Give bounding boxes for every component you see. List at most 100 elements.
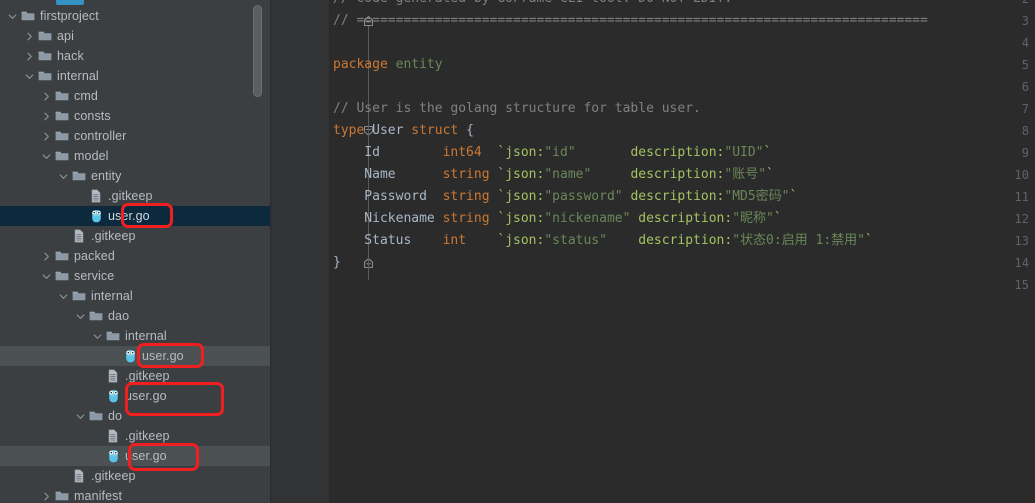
folder-icon bbox=[104, 326, 122, 346]
tree-row[interactable]: api bbox=[0, 26, 270, 46]
code-token: { bbox=[466, 123, 474, 138]
chevron-down-icon[interactable] bbox=[23, 66, 36, 86]
code-token: // Code generated by GoFrame CLI tool. D… bbox=[333, 0, 732, 6]
project-tree-scrollbar-thumb[interactable] bbox=[253, 5, 262, 97]
tree-row[interactable]: entity bbox=[0, 166, 270, 186]
chevron-right-icon[interactable] bbox=[40, 486, 53, 503]
code-line[interactable]: } bbox=[333, 252, 341, 274]
tree-row[interactable]: .gitkeep bbox=[0, 426, 270, 446]
code-token: ` bbox=[773, 211, 782, 226]
tree-row[interactable]: .gitkeep bbox=[0, 226, 270, 246]
tree-row-label: user.go bbox=[108, 209, 150, 223]
tree-row-label: .gitkeep bbox=[91, 469, 136, 483]
code-line[interactable]: Password string `json:"password" descrip… bbox=[333, 186, 797, 208]
chevron-down-icon[interactable] bbox=[40, 266, 53, 286]
code-token: Status bbox=[333, 233, 443, 248]
code-line[interactable]: Nickename string `json:"nickename" descr… bbox=[333, 208, 782, 230]
go-gopher-icon bbox=[87, 206, 105, 226]
code-token: `json: bbox=[497, 211, 545, 226]
chevron-right-icon[interactable] bbox=[23, 46, 36, 66]
chevron-down-icon[interactable] bbox=[57, 286, 70, 306]
project-tree-scrollbar-track[interactable] bbox=[253, 0, 262, 503]
code-line[interactable]: type User struct { bbox=[333, 120, 474, 142]
tree-row-label: dao bbox=[108, 309, 130, 323]
code-line[interactable]: Id int64 `json:"id" description:"UID"` bbox=[333, 142, 771, 164]
go-gopher-icon bbox=[104, 386, 122, 406]
tree-row-label: do bbox=[108, 409, 123, 423]
code-token: // User is the golang structure for tabl… bbox=[333, 101, 701, 116]
chevron-down-icon[interactable] bbox=[74, 306, 87, 326]
tree-row[interactable]: internal bbox=[0, 66, 270, 86]
tree-row[interactable]: service bbox=[0, 266, 270, 286]
project-tree[interactable]: firstproject api hack internal cmd consts cont… bbox=[0, 0, 270, 503]
tree-row[interactable]: user.go bbox=[0, 386, 270, 406]
code-token: description: bbox=[575, 145, 725, 160]
tree-row[interactable]: cmd bbox=[0, 86, 270, 106]
tree-row[interactable]: internal bbox=[0, 286, 270, 306]
tree-row-label: hack bbox=[57, 49, 84, 63]
folder-icon bbox=[36, 66, 54, 86]
tree-row[interactable]: hack bbox=[0, 46, 270, 66]
code-line[interactable]: package entity bbox=[333, 54, 443, 76]
tree-row-label: service bbox=[74, 269, 115, 283]
chevron-down-icon[interactable] bbox=[57, 166, 70, 186]
chevron-down-icon[interactable] bbox=[40, 146, 53, 166]
tree-row[interactable]: dao bbox=[0, 306, 270, 326]
tree-row-label: user.go bbox=[125, 389, 167, 403]
code-line[interactable]: // =====================================… bbox=[333, 10, 928, 32]
code-token: description: bbox=[606, 233, 733, 248]
tree-row[interactable]: .gitkeep bbox=[0, 186, 270, 206]
file-icon bbox=[104, 426, 122, 446]
code-token: `json: bbox=[497, 167, 545, 182]
tree-row[interactable]: manifest bbox=[0, 486, 270, 503]
code-line[interactable]: // Code generated by GoFrame CLI tool. D… bbox=[333, 0, 732, 10]
tree-row[interactable]: do bbox=[0, 406, 270, 426]
tree-row[interactable]: internal bbox=[0, 326, 270, 346]
folder-icon bbox=[70, 166, 88, 186]
chevron-right-icon[interactable] bbox=[40, 86, 53, 106]
chevron-right-icon[interactable] bbox=[40, 126, 53, 146]
folder-icon bbox=[36, 26, 54, 46]
chevron-down-icon[interactable] bbox=[6, 6, 19, 26]
tree-row[interactable]: controller bbox=[0, 126, 270, 146]
code-editor[interactable]: 23456789101112131415 // Code generated b… bbox=[271, 0, 1035, 503]
chevron-down-icon[interactable] bbox=[91, 326, 104, 346]
code-token: entity bbox=[395, 57, 443, 72]
chevron-right-icon[interactable] bbox=[23, 26, 36, 46]
code-token: Password bbox=[333, 189, 443, 204]
code-token: Name bbox=[333, 167, 443, 182]
tree-row[interactable]: .gitkeep bbox=[0, 466, 270, 486]
tree-row[interactable]: user.go bbox=[0, 446, 270, 466]
tree-row[interactable]: .gitkeep bbox=[0, 366, 270, 386]
code-line[interactable]: Name string `json:"name" description:"账号… bbox=[333, 164, 774, 186]
chevron-right-icon[interactable] bbox=[40, 106, 53, 126]
code-token: Id bbox=[333, 145, 443, 160]
code-fold-gutter[interactable] bbox=[316, 0, 373, 503]
code-token: struct bbox=[411, 123, 467, 138]
code-token: "name" bbox=[544, 167, 592, 182]
code-token: description: bbox=[591, 167, 725, 182]
tree-row[interactable]: packed bbox=[0, 246, 270, 266]
code-token: package bbox=[333, 57, 396, 72]
chevron-down-icon[interactable] bbox=[74, 406, 87, 426]
code-token: "昵称" bbox=[732, 211, 774, 226]
folder-icon bbox=[87, 406, 105, 426]
code-token: description: bbox=[630, 211, 733, 226]
tree-row[interactable]: consts bbox=[0, 106, 270, 126]
tree-row[interactable]: model bbox=[0, 146, 270, 166]
tree-row[interactable]: firstproject bbox=[0, 6, 270, 26]
tree-row-label: model bbox=[74, 149, 109, 163]
code-content[interactable]: // Code generated by GoFrame CLI tool. D… bbox=[329, 0, 1035, 503]
chevron-right-icon[interactable] bbox=[40, 246, 53, 266]
code-token: Nickename bbox=[333, 211, 443, 226]
code-line[interactable]: // User is the golang structure for tabl… bbox=[333, 98, 701, 120]
code-token: "password" bbox=[544, 189, 623, 204]
tree-row[interactable]: user.go bbox=[0, 206, 270, 226]
code-line[interactable]: Status int `json:"status" description:"状… bbox=[333, 230, 873, 252]
file-icon bbox=[104, 366, 122, 386]
project-tree-panel[interactable]: firstproject api hack internal cmd consts cont… bbox=[0, 0, 270, 503]
ide-window: firstproject api hack internal cmd consts cont… bbox=[0, 0, 1035, 503]
code-token: type bbox=[333, 123, 373, 138]
tree-row[interactable]: user.go bbox=[0, 346, 270, 366]
code-token: string bbox=[442, 167, 490, 182]
